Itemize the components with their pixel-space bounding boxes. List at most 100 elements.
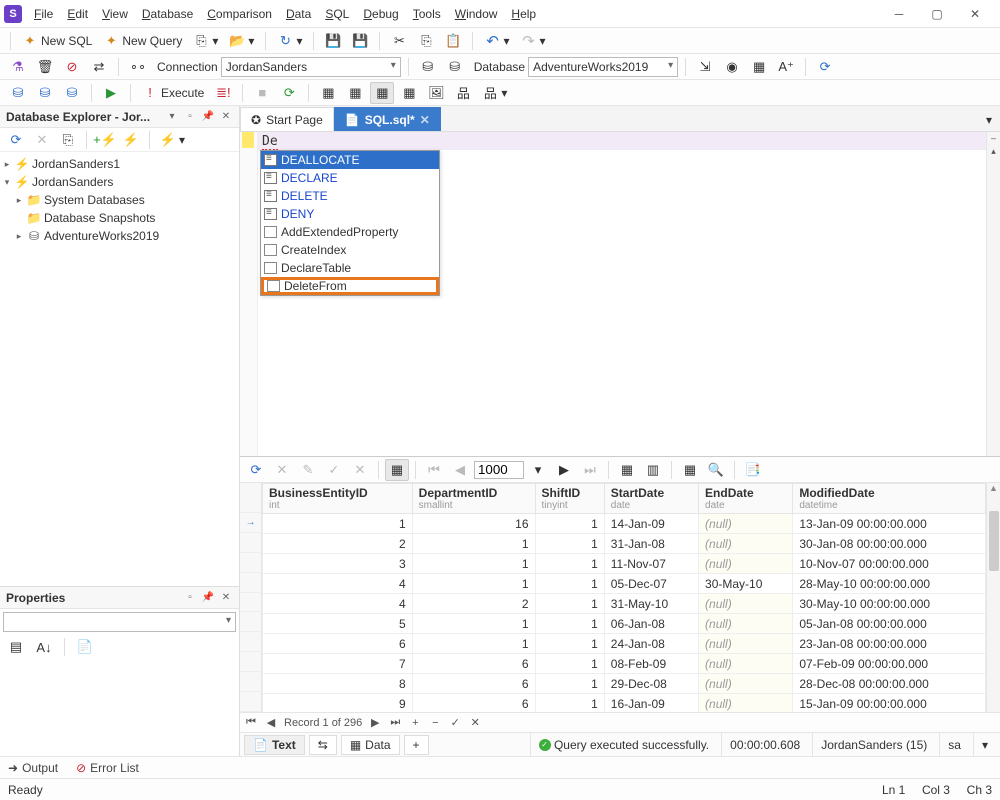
intellisense-item[interactable]: DEALLOCATE [261,151,439,169]
rec-next-icon[interactable]: ▶ [368,716,382,729]
prop-close-icon[interactable]: ✕ [219,591,233,605]
connection-combo[interactable]: JordanSanders [221,57,401,77]
tree-node-adventureworks[interactable]: ▸⛁AdventureWorks2019 [0,227,239,245]
table-row[interactable]: 21131-Jan-08(null)30-Jan-08 00:00:00.000 [263,534,986,554]
tab-sql[interactable]: 📄SQL.sql*✕ [334,107,441,131]
results-tab-swap[interactable]: ⇆ [309,735,337,755]
rec-prev-icon[interactable]: ◀ [264,716,278,729]
column-header[interactable]: DepartmentIDsmallint [412,484,535,514]
schema-icon[interactable]: ▦ [747,56,771,78]
flask-icon[interactable]: ⚗ [6,56,30,78]
font-inc-icon[interactable]: A⁺ [774,56,798,78]
pager-dd-icon[interactable]: ▾ [526,459,550,481]
rec-last-icon[interactable]: ⏭ [388,716,402,729]
close-btn[interactable]: ✕ [962,3,988,25]
stop-icon[interactable]: ■ [250,82,274,104]
pager-size-input[interactable] [474,461,524,479]
intellisense-item[interactable]: DeclareTable [261,259,439,277]
explorer-delete-icon[interactable]: ✕ [30,129,54,151]
column-header[interactable]: ModifiedDatedatetime [793,484,986,514]
menu-file[interactable]: File [28,4,59,24]
results-accept-icon[interactable]: ✓ [322,459,346,481]
saveall-icon[interactable]: 💾 [348,30,372,52]
sql-editor[interactable]: De DEALLOCATEDECLAREDELETEDENYAddExtende… [240,132,1000,456]
menu-edit[interactable]: Edit [61,4,94,24]
status-more-icon[interactable]: ▾ [973,733,996,756]
table-row[interactable]: 41105-Dec-0730-May-1028-May-10 00:00:00.… [263,574,986,594]
results-reject-icon[interactable]: ✕ [348,459,372,481]
pager-last-icon[interactable]: ⏭ [578,459,602,481]
table-row[interactable]: 31111-Nov-07(null)10-Nov-07 00:00:00.000 [263,554,986,574]
new-query-btn[interactable]: ✦New Query [99,30,186,52]
database-combo[interactable]: AdventureWorks2019 [528,57,678,77]
menu-debug[interactable]: Debug [357,4,404,24]
table-row[interactable]: 86129-Dec-08(null)28-Dec-08 00:00:00.000 [263,674,986,694]
db1-icon[interactable]: ⛁ [6,82,30,104]
panel-close-icon[interactable]: ✕ [219,110,233,124]
results-refresh-icon[interactable]: ⟳ [244,459,268,481]
db-icon[interactable]: ⛁ [416,56,440,78]
plan1-icon[interactable]: 品 [451,82,475,104]
exec-step-icon[interactable]: ≣! [211,82,235,104]
grid4-icon[interactable]: ▦ [397,82,421,104]
view-split-icon[interactable]: ▥ [641,459,665,481]
panel-square-icon[interactable]: ▫ [183,110,197,124]
link-icon[interactable]: ∘∘ [126,56,150,78]
minimize-btn[interactable]: ─ [886,3,912,25]
grid1-icon[interactable]: ▦ [316,82,340,104]
pager-first-icon[interactable]: ⏮ [422,459,446,481]
new-sql-btn[interactable]: ✦New SQL [18,30,96,52]
rec-cancel-icon[interactable]: ✕ [468,716,482,729]
panel-pin-icon[interactable]: 📌 [201,110,215,124]
error-list-tab[interactable]: ⊘Error List [76,761,139,775]
table-row[interactable]: 61124-Jan-08(null)23-Jan-08 00:00:00.000 [263,634,986,654]
attach-icon[interactable]: ⇲ [693,56,717,78]
tree-node-sysdb[interactable]: ▸📁System Databases [0,191,239,209]
refresh-all-icon[interactable]: ⟳ [813,56,837,78]
explorer-refresh-icon[interactable]: ⟳ [4,129,28,151]
column-header[interactable]: BusinessEntityIDint [263,484,413,514]
menu-sql[interactable]: SQL [319,4,355,24]
prop-pin-icon[interactable]: 📌 [201,591,215,605]
results-grid-icon[interactable]: ▦ [385,459,409,481]
diff-icon[interactable]: ⇄ [87,56,111,78]
tree-node-snapshots[interactable]: 📁Database Snapshots [0,209,239,227]
pager-next-icon[interactable]: ▶ [552,459,576,481]
plan2-icon[interactable]: 品▾ [478,82,511,104]
tree-node-server1[interactable]: ▸⚡JordanSanders1 [0,155,239,173]
column-header[interactable]: StartDatedate [604,484,698,514]
rec-remove-icon[interactable]: − [428,717,442,729]
menu-tools[interactable]: Tools [407,4,447,24]
tree-node-server2[interactable]: ▾⚡JordanSanders [0,173,239,191]
table-row[interactable]: 96116-Jan-09(null)15-Jan-09 00:00:00.000 [263,694,986,713]
intellisense-item[interactable]: DELETE [261,187,439,205]
results-cancel-icon[interactable]: ✕ [270,459,294,481]
table-row[interactable]: 42131-May-10(null)30-May-10 00:00:00.000 [263,594,986,614]
rec-add-icon[interactable]: + [408,717,422,729]
intellisense-item[interactable]: DeleteFrom [261,277,439,295]
table-row[interactable]: 116114-Jan-09(null)13-Jan-09 00:00:00.00… [263,514,986,534]
intellisense-item[interactable]: CreateIndex [261,241,439,259]
db-delete-icon[interactable]: 🗑 [33,56,57,78]
intellisense-item[interactable]: AddExtendedProperty [261,223,439,241]
prop-cat-icon[interactable]: ▤ [4,636,28,658]
menu-view[interactable]: View [96,4,134,24]
properties-object-combo[interactable] [3,612,236,632]
rec-first-icon[interactable]: ⏮ [244,716,258,729]
paste-icon[interactable]: 📋 [441,30,465,52]
prop-sort-icon[interactable]: A↓ [32,636,56,658]
execute-btn[interactable]: !Execute [138,82,208,104]
redo-icon[interactable]: ↷▾ [517,30,550,52]
explorer-conn-icon[interactable]: ⚡ [119,129,143,151]
results-tab-text[interactable]: 📄Text [244,735,305,755]
editor-scroll-map[interactable]: – ▴ [986,132,1000,456]
refresh-query-icon[interactable]: ↻▾ [273,30,306,52]
copy-icon[interactable]: ⎘ [414,30,438,52]
new-query-dd[interactable]: ⎘▾ [189,30,222,52]
db2-icon[interactable]: ⛁ [33,82,57,104]
results-grid[interactable]: BusinessEntityIDintDepartmentIDsmallint S… [262,483,986,712]
pager-prev-icon[interactable]: ◀ [448,459,472,481]
open-btn[interactable]: 📂▾ [225,30,258,52]
results-scrollbar[interactable]: ▲ [986,483,1000,712]
results-tab-add[interactable]: + [404,735,429,755]
